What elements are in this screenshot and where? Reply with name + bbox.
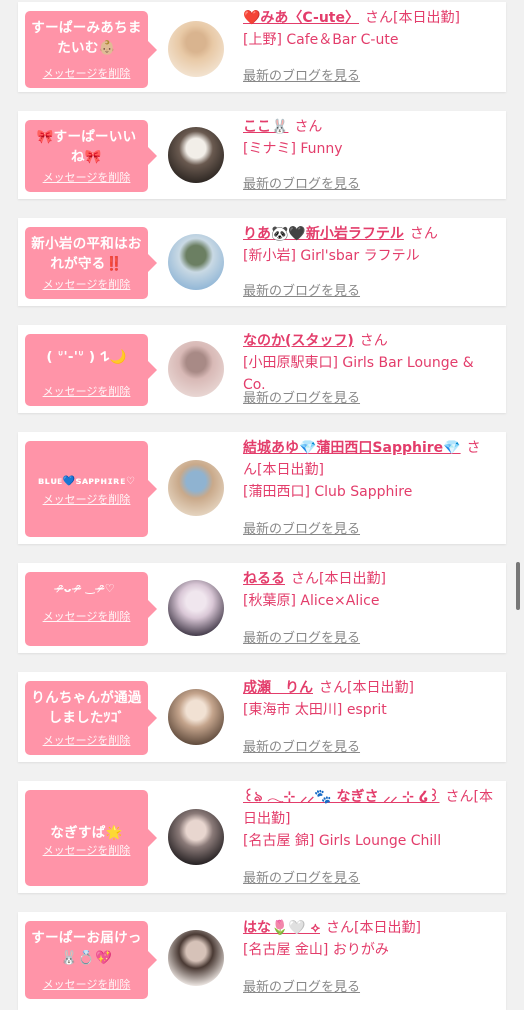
message-card: ʙʟᴜᴇ💙ꜱᴀᴘᴘʜɪʀᴇ♡ メッセージを削除 結城あゆ💎蒲田西口Sapphir… [18,432,506,544]
cast-name-link[interactable]: はな🌷🤍 ⟡ [243,920,320,936]
latest-blog-link[interactable]: 最新のブログを見る [243,976,360,995]
avatar[interactable] [168,689,224,745]
cast-name-link[interactable]: りあ🐼🖤新小岩ラフテル [243,226,404,242]
scrollbar-thumb[interactable] [516,562,520,610]
status-badge: [本日出勤] [393,10,460,26]
shop-name: [上野] Cafe＆Bar C-ute [243,32,399,48]
latest-blog-link[interactable]: 最新のブログを見る [243,173,360,192]
cast-info: 成瀬 りん さん[本日出勤] [東海市 太田川] esprit [243,677,500,721]
delete-message-link[interactable]: メッセージを削除 [25,732,148,748]
message-card: りんちゃんが通過しましたﾂｺﾞ メッセージを削除 成瀬 りん さん[本日出勤] [… [18,672,506,762]
shop-name: [ミナミ] Funny [243,141,343,157]
honorific: さん [359,333,388,349]
message-card: 新小岩の平和はおれが守る‼️ メッセージを削除 りあ🐼🖤新小岩ラフテル さん [新… [18,218,506,306]
message-card: ( ᐡ'-'ᐡ ) 𐰁🌙 メッセージを削除 なのか(スタッフ) さん [小田原駅東… [18,325,506,413]
message-text: ᵔ̴̶̷ᴗ ᵔ̴̶̷ ‿ ᵔ̴̶̷♡ [58,582,115,595]
cast-name-link[interactable]: ねるる [243,571,285,587]
avatar[interactable] [168,234,224,290]
shop-name: [東海市 太田川] esprit [243,702,387,718]
avatar[interactable] [168,460,224,516]
cast-info: りあ🐼🖤新小岩ラフテル さん [新小岩] Girl'sbar ラフテル [243,223,500,267]
delete-message-link[interactable]: メッセージを削除 [25,383,148,399]
cast-name-link[interactable]: なのか(スタッフ) [243,333,354,349]
cast-name-link[interactable]: ꒰ঌ 𓂃⊹ ⸝⸝🐾 なぎさ ⸝⸝ ⊹ ໒꒱ [243,789,440,805]
cast-info: ねるる さん[本日出勤] [秋葉原] Alice×Alice [243,568,500,612]
avatar[interactable] [168,21,224,77]
avatar[interactable] [168,809,224,865]
honorific: さん [291,571,319,587]
cast-info: はな🌷🤍 ⟡ さん[本日出勤] [名古屋 金山] おりがみ [243,917,500,961]
message-bubble: なぎすぱ🌟 メッセージを削除 [25,790,157,886]
message-bubble: すーぱーお届けっ🐰💍💖 メッセージを削除 [25,921,157,999]
message-text: りんちゃんが通過しましたﾂｺﾞ [31,690,142,726]
avatar[interactable] [168,127,224,183]
message-text: なぎすぱ🌟 [50,825,123,841]
message-bubble: ᵔ̴̶̷ᴗ ᵔ̴̶̷ ‿ ᵔ̴̶̷♡ メッセージを削除 [25,572,157,646]
message-card: すーぱーみあちまたいむ👶🏼 メッセージを削除 ❤️みあ〈C-ute〉 さん[本日出… [18,2,506,92]
message-bubble: ʙʟᴜᴇ💙ꜱᴀᴘᴘʜɪʀᴇ♡ メッセージを削除 [25,441,157,537]
message-bubble: 🎀すーぱーいいね🎀 メッセージを削除 [25,120,157,192]
status-badge: [本日出勤] [347,680,414,696]
shop-name: [秋葉原] Alice×Alice [243,593,380,609]
message-card: すーぱーお届けっ🐰💍💖 メッセージを削除 はな🌷🤍 ⟡ さん[本日出勤] [名古屋… [18,912,506,1010]
delete-message-link[interactable]: メッセージを削除 [25,491,148,507]
message-card: 🎀すーぱーいいね🎀 メッセージを削除 ここ🐰 さん [ミナミ] Funny 最新の… [18,111,506,199]
shop-name: [蒲田西口] Club Sapphire [243,484,413,500]
latest-blog-link[interactable]: 最新のブログを見る [243,627,360,646]
delete-message-link[interactable]: メッセージを削除 [25,976,148,992]
message-card: なぎすぱ🌟 メッセージを削除 ꒰ঌ 𓂃⊹ ⸝⸝🐾 なぎさ ⸝⸝ ⊹ ໒꒱ さん[本… [18,781,506,893]
cast-name-link[interactable]: 結城あゆ💎蒲田西口Sapphire💎 [243,440,461,456]
message-bubble: 新小岩の平和はおれが守る‼️ メッセージを削除 [25,227,157,299]
status-badge: ん[本日出勤] [243,462,324,478]
delete-message-link[interactable]: メッセージを削除 [25,608,148,624]
latest-blog-link[interactable]: 最新のブログを見る [243,387,360,406]
honorific: さん [365,10,393,26]
message-text: すーぱーみあちまたいむ👶🏼 [31,20,142,56]
cast-name-link[interactable]: ❤️みあ〈C-ute〉 [243,10,359,26]
cast-info: ここ🐰 さん [ミナミ] Funny [243,116,500,160]
honorific: さ [466,440,481,456]
message-text: 新小岩の平和はおれが守る‼️ [31,236,142,272]
shop-name: [名古屋 金山] おりがみ [243,942,389,958]
message-bubble: すーぱーみあちまたいむ👶🏼 メッセージを削除 [25,11,157,88]
honorific: さん [409,226,438,242]
message-card: ᵔ̴̶̷ᴗ ᵔ̴̶̷ ‿ ᵔ̴̶̷♡ メッセージを削除 ねるる さん[本日出勤] … [18,563,506,653]
honorific: さん [294,119,323,135]
cast-name-link[interactable]: 成瀬 りん [243,680,313,696]
latest-blog-link[interactable]: 最新のブログを見る [243,867,360,886]
honorific: さん [445,789,474,805]
cast-info: ❤️みあ〈C-ute〉 さん[本日出勤] [上野] Cafe＆Bar C-ute [243,7,500,51]
latest-blog-link[interactable]: 最新のブログを見る [243,280,360,299]
honorific: さん [326,920,354,936]
cast-info: 結城あゆ💎蒲田西口Sapphire💎 さん[本日出勤] [蒲田西口] Club S… [243,437,500,503]
latest-blog-link[interactable]: 最新のブログを見る [243,65,360,84]
message-bubble: ( ᐡ'-'ᐡ ) 𐰁🌙 メッセージを削除 [25,334,157,406]
avatar[interactable] [168,930,224,986]
message-bubble: りんちゃんが通過しましたﾂｺﾞ メッセージを削除 [25,681,157,755]
cast-info: ꒰ঌ 𓂃⊹ ⸝⸝🐾 なぎさ ⸝⸝ ⊹ ໒꒱ さん[本日出勤] [名古屋 錦] Gi… [243,786,500,852]
avatar[interactable] [168,341,224,397]
shop-name: [新小岩] Girl'sbar ラフテル [243,248,420,264]
message-text: 🎀すーぱーいいね🎀 [36,129,137,165]
delete-message-link[interactable]: メッセージを削除 [25,169,148,185]
delete-message-link[interactable]: メッセージを削除 [25,842,148,858]
honorific: さん [319,680,347,696]
shop-name: [名古屋 錦] Girls Lounge Chill [243,833,442,849]
latest-blog-link[interactable]: 最新のブログを見る [243,736,360,755]
delete-message-link[interactable]: メッセージを削除 [25,65,148,81]
message-text: ʙʟᴜᴇ💙ꜱᴀᴘᴘʜɪʀᴇ♡ [37,476,136,487]
message-text: すーぱーお届けっ🐰💍💖 [31,930,142,966]
status-badge: [本日出勤] [319,571,386,587]
delete-message-link[interactable]: メッセージを削除 [25,276,148,292]
latest-blog-link[interactable]: 最新のブログを見る [243,518,360,537]
avatar[interactable] [168,580,224,636]
status-badge: [本日出勤] [354,920,421,936]
message-text: ( ᐡ'-'ᐡ ) 𐰁🌙 [46,349,127,365]
cast-name-link[interactable]: ここ🐰 [243,119,288,135]
